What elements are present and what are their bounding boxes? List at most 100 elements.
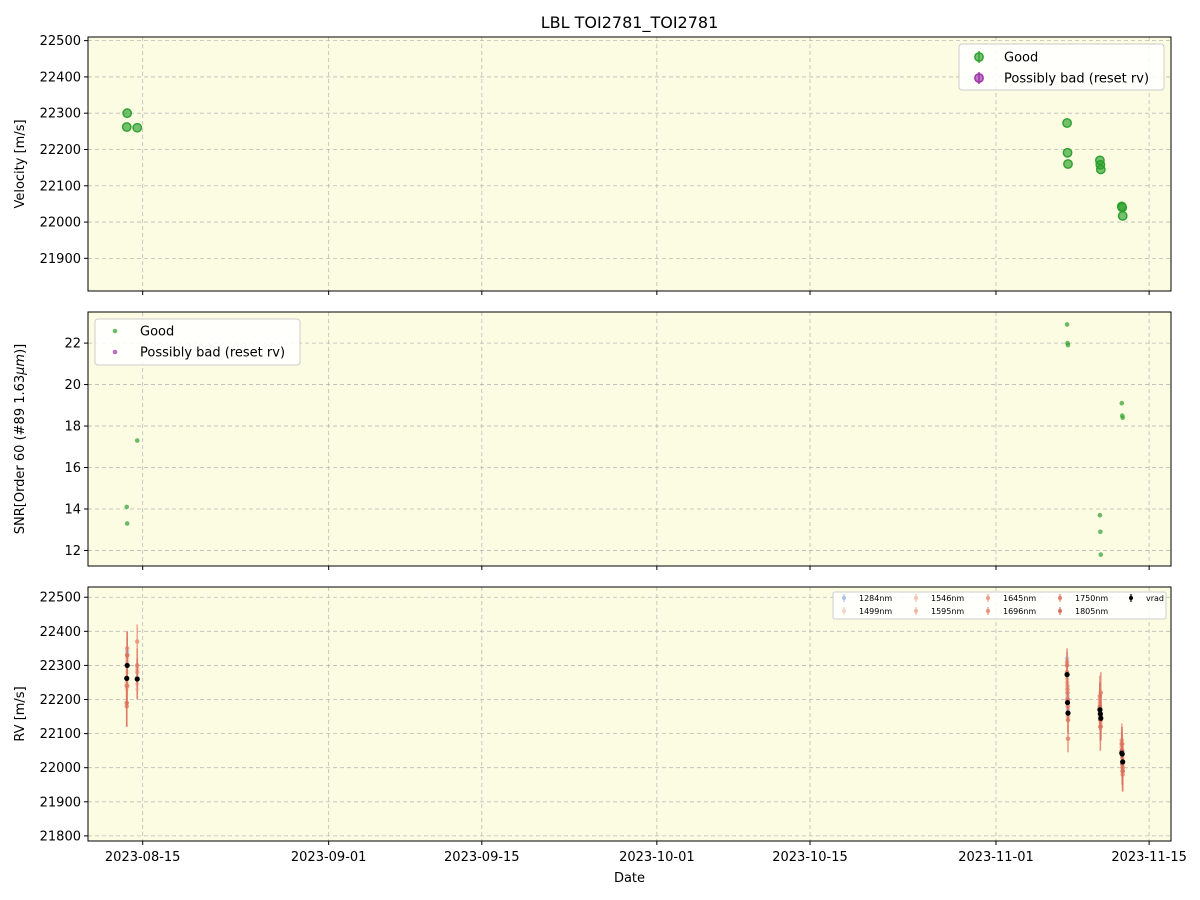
legend-label: 1595nm: [931, 607, 964, 616]
y-tick-label: 22200: [40, 693, 81, 708]
y-tick-label: 22500: [40, 34, 81, 49]
rv-point: [124, 700, 130, 706]
y-tick-label: 22100: [40, 727, 81, 742]
y-axis-label: Velocity [m/s]: [13, 119, 28, 208]
legend-label: Good: [140, 325, 174, 340]
x-tick-label: 2023-10-15: [772, 850, 848, 865]
y-tick-label: 22000: [40, 216, 81, 231]
legend-marker: [112, 349, 118, 355]
legend: Good Possibly bad (reset rv): [94, 318, 301, 366]
y-tick-label: 22000: [40, 761, 81, 776]
legend-label: 1750nm: [1075, 594, 1108, 603]
snr-point: [134, 438, 140, 443]
rv-point: [134, 676, 140, 682]
rv-point: [1064, 672, 1070, 678]
y-tick-label: 22500: [40, 591, 81, 606]
legend-label: Good: [1004, 51, 1038, 66]
snr-point: [124, 521, 130, 526]
legend: Good Possibly bad (reset rv): [958, 43, 1165, 91]
x-tick-label: 2023-09-01: [291, 850, 367, 865]
velocity-point: [1062, 118, 1072, 128]
rv-point: [1098, 715, 1104, 721]
y-tick-label: 14: [64, 502, 81, 517]
figure: 21900 22000 22100 22200 22300 22400 22500 Veloc…: [13, 13, 1187, 886]
legend-marker: [986, 609, 990, 613]
rv-point: [124, 675, 130, 681]
micro-symbol: μm: [13, 354, 28, 376]
legend-label: 1284nm: [859, 594, 892, 603]
rv-point: [134, 639, 140, 644]
y-tick-label: 22: [64, 337, 81, 352]
panel-snr: 12 14 16 18 20 22 SNR[Order 60 (#89 1.63μm)] Go…: [13, 311, 1172, 570]
velocity-point: [1063, 159, 1073, 169]
x-tick-label: 2023-10-01: [619, 850, 695, 865]
chart-title: LBL TOI2781_TOI2781: [541, 13, 719, 33]
plot-background: [88, 587, 1171, 841]
x-axis-label: Date: [614, 871, 645, 886]
x-tick-label: 2023-08-15: [105, 850, 181, 865]
rv-point: [1064, 699, 1071, 706]
rv-point: [124, 662, 130, 669]
y-tick-label: 22400: [40, 70, 81, 85]
y-tick-label: 18: [64, 420, 81, 435]
snr-point: [1064, 322, 1070, 327]
legend-marker: [914, 596, 918, 600]
y-tick-label: 21800: [40, 829, 81, 844]
legend-label: 1696nm: [1003, 607, 1036, 616]
y-tick-label: 16: [64, 461, 81, 476]
rv-point: [1065, 710, 1071, 716]
legend-marker: [974, 52, 984, 62]
legend-label: 1645nm: [1003, 594, 1036, 603]
legend-label: Possibly bad (reset rv): [140, 346, 285, 361]
legend-label: Possibly bad (reset rv): [1004, 72, 1149, 87]
y-tick-label: 12: [64, 544, 81, 559]
legend-marker: [842, 609, 846, 613]
panel-rv: 2023-08-15 2023-09-01 2023-09-15 2023-10-01…: [13, 586, 1187, 886]
rv-point: [1119, 751, 1125, 757]
x-tick-label: 2023-11-01: [958, 850, 1034, 865]
legend-marker: [1129, 596, 1133, 600]
legend-marker: [112, 328, 118, 334]
legend-label: 1546nm: [931, 594, 964, 603]
snr-point: [1120, 415, 1125, 421]
rv-point: [1065, 736, 1071, 742]
legend-marker: [1058, 596, 1062, 600]
rv-point: [1120, 768, 1125, 774]
legend-label: vrad: [1146, 594, 1164, 603]
y-axis-label: SNR[Order 60 (#89 1.63μm)]: [13, 344, 28, 535]
snr-point: [1098, 552, 1104, 557]
snr-point: [1098, 529, 1103, 535]
y-tick-label: 22400: [40, 625, 81, 640]
x-tick-label: 2023-11-15: [1111, 850, 1187, 865]
velocity-point: [132, 122, 143, 133]
snr-point: [1065, 342, 1071, 348]
velocity-point: [121, 122, 132, 132]
rv-point: [124, 652, 130, 658]
velocity-point: [1117, 210, 1128, 221]
legend-marker: [842, 596, 846, 600]
y-tick-label: 20: [64, 378, 81, 393]
x-tick-label: 2023-09-15: [444, 850, 520, 865]
snr-point: [124, 504, 130, 510]
legend-marker: [1058, 609, 1062, 613]
velocity-point: [1062, 147, 1073, 158]
velocity-point: [1095, 164, 1106, 175]
snr-point: [1119, 400, 1125, 406]
y-axis-label: RV [m/s]: [13, 686, 28, 741]
legend-label: 1499nm: [859, 607, 892, 616]
panel-velocity: 21900 22000 22100 22200 22300 22400 22500 Veloc…: [13, 13, 1172, 295]
y-tick-label: 22300: [40, 107, 81, 122]
legend-marker: [914, 609, 918, 613]
legend-marker: [974, 73, 984, 83]
legend-label: 1805nm: [1075, 607, 1108, 616]
legend-marker: [986, 596, 990, 600]
y-tick-label: 22300: [40, 659, 81, 674]
y-tick-label: 22200: [40, 143, 81, 158]
y-tick-label: 22100: [40, 179, 81, 194]
velocity-point: [122, 108, 133, 119]
y-tick-label: 21900: [40, 252, 81, 267]
rv-point: [1120, 759, 1126, 765]
legend: 1284nm 1499nm 1546nm 1595nm 1645nm 1696nm 1750…: [832, 591, 1167, 620]
velocity-point: [1117, 202, 1128, 213]
rv-point: [1097, 711, 1103, 717]
